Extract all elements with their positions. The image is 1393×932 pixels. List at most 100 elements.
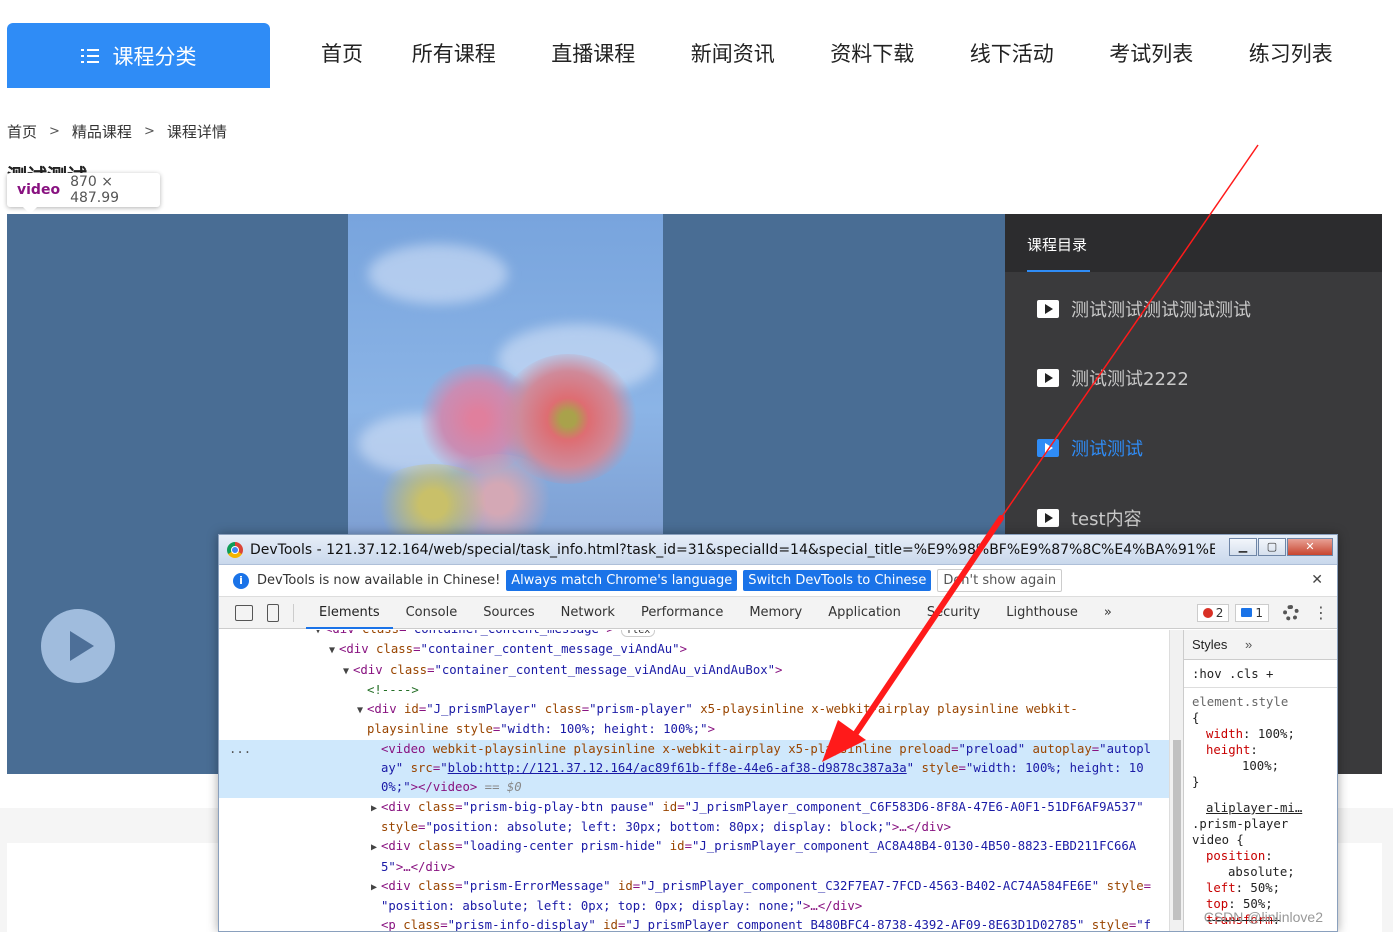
breadcrumb-home[interactable]: 首页 (7, 121, 37, 142)
nav-item-exams[interactable]: 考试列表 (1082, 38, 1222, 68)
error-count: 2 (1215, 605, 1224, 620)
element-tooltip: video 870 × 487.99 (7, 173, 160, 214)
style-rule-open: { (1192, 711, 1200, 725)
maximize-button[interactable]: ▢ (1258, 538, 1286, 556)
switch-chinese-button[interactable]: Switch DevTools to Chinese (743, 570, 932, 591)
dom-node[interactable]: style="position: absolute; left: 30px; b… (219, 818, 1169, 837)
dont-show-button[interactable]: Don't show again (937, 569, 1063, 592)
tab-elements[interactable]: Elements (306, 597, 393, 629)
page-title: 测试测试 (7, 160, 87, 174)
dom-node-selected[interactable]: ... <video webkit-playsinline playsinline… (219, 739, 1169, 760)
lesson-label: 测试测试 (1071, 439, 1143, 460)
dom-node[interactable]: 5">…</div> (219, 858, 1169, 877)
message-badge[interactable]: 1 (1235, 603, 1269, 622)
breadcrumb-featured[interactable]: 精品课程 (72, 121, 132, 142)
main-nav: 首页 所有课程 直播课程 新闻资讯 资料下载 线下活动 考试列表 练习列表 (300, 38, 1361, 68)
tab-application[interactable]: Application (815, 597, 914, 629)
dom-node[interactable]: ▶ <div class="loading-center prism-hide" … (219, 837, 1169, 857)
minimize-button[interactable]: ▁ (1229, 538, 1257, 556)
devtools-titlebar[interactable]: DevTools - 121.37.12.164/web/special/tas… (219, 535, 1337, 565)
lesson-item[interactable]: 测试测试2222 (1037, 365, 1189, 391)
dom-node[interactable]: ▼ <div id="J_prismPlayer" class="prism-pl… (219, 700, 1169, 720)
watermark: CSDN @linlinlove2 (1203, 909, 1323, 925)
play-icon[interactable] (41, 609, 115, 683)
match-language-button[interactable]: Always match Chrome's language (506, 570, 738, 591)
style-declaration[interactable]: width: 100%; (1184, 726, 1337, 742)
message-count: 1 (1255, 605, 1263, 620)
dom-node[interactable]: ▶ <div class="prism-big-play-btn pause" i… (219, 798, 1169, 818)
lesson-label: 测试测试2222 (1071, 369, 1189, 390)
top-navbar: 课程分类 首页 所有课程 直播课程 新闻资讯 资料下载 线下活动 考试列表 练习… (0, 0, 1393, 100)
info-icon: i (233, 572, 249, 589)
lesson-item-active[interactable]: 测试测试 (1037, 435, 1143, 461)
dom-node-selected[interactable]: 0%;"></video> == $0 (219, 778, 1169, 798)
tab-security[interactable]: Security (914, 597, 993, 629)
nav-item-home[interactable]: 首页 (300, 38, 384, 68)
devtools-tabbar: Elements Console Sources Network Perform… (219, 597, 1337, 629)
dom-node[interactable]: <!----> (219, 681, 1169, 700)
lesson-item[interactable]: test内容 (1037, 505, 1142, 531)
elements-scrollbar[interactable] (1169, 630, 1183, 931)
tab-memory[interactable]: Memory (736, 597, 815, 629)
device-toolbar-icon[interactable] (267, 603, 279, 622)
dom-node[interactable]: ▼ <div class="container_content_message_v… (219, 661, 1169, 681)
tab-console[interactable]: Console (393, 597, 471, 629)
dom-node-selected[interactable]: ay" src="blob:http://121.37.12.164/ac89f… (219, 759, 1169, 779)
close-button[interactable]: ✕ (1287, 538, 1333, 556)
chevron-right-icon: > (49, 124, 60, 139)
play-icon (1037, 300, 1059, 318)
category-button[interactable]: 课程分类 (7, 23, 270, 88)
nav-item-live[interactable]: 直播课程 (524, 38, 664, 68)
dom-node[interactable]: ▼ <div class="container_content_message_v… (219, 640, 1169, 660)
nav-item-all-courses[interactable]: 所有课程 (384, 38, 524, 68)
style-declaration[interactable]: left: 50%; (1184, 880, 1337, 896)
dom-node[interactable]: ▶ <div class="prism-ErrorMessage" id="J_p… (219, 877, 1169, 897)
tooltip-size: 870 × 487.99 (70, 174, 120, 206)
error-icon (1202, 607, 1213, 618)
message-icon (1241, 608, 1253, 617)
error-badge[interactable]: 2 (1196, 603, 1230, 622)
breadcrumb: 首页 > 精品课程 > 课程详情 (7, 121, 227, 142)
tab-lighthouse[interactable]: Lighthouse (993, 597, 1091, 629)
dom-node[interactable]: <p class="prism-info-display" id="J_pris… (219, 916, 1169, 931)
dom-node[interactable]: "position: absolute; left: 0px; top: 0px… (219, 897, 1169, 916)
language-infobar: i DevTools is now available in Chinese! … (219, 565, 1337, 597)
tab-performance[interactable]: Performance (628, 597, 736, 629)
devtools-window: DevTools - 121.37.12.164/web/special/tas… (218, 534, 1338, 932)
nav-item-practice[interactable]: 练习列表 (1221, 38, 1361, 68)
stylesheet-link[interactable]: aliplayer-mi… (1184, 800, 1337, 816)
scrollbar-thumb[interactable] (1173, 740, 1181, 920)
lesson-label: 测试测试测试测试测试 (1071, 300, 1251, 321)
play-icon (1037, 439, 1059, 457)
inspect-icon[interactable] (235, 604, 253, 621)
tab-network[interactable]: Network (548, 597, 628, 629)
more-tabs-button[interactable]: » (1091, 597, 1125, 629)
styles-tab[interactable]: Styles » (1184, 630, 1337, 660)
elements-tree[interactable]: ▼<div class="container_content_message">… (219, 630, 1169, 931)
styles-pane: Styles » :hov .cls + element.style { wid… (1183, 630, 1337, 931)
catalog-title: 课程目录 (1027, 236, 1088, 254)
dom-node[interactable]: playsinline style="width: 100%; height: … (219, 720, 1169, 739)
list-icon (80, 48, 99, 63)
gear-icon[interactable] (1283, 604, 1299, 621)
nav-item-news[interactable]: 新闻资讯 (663, 38, 803, 68)
tab-sources[interactable]: Sources (470, 597, 547, 629)
lesson-item[interactable]: 测试测试测试测试测试 (1037, 296, 1251, 322)
close-icon[interactable]: ✕ (1311, 572, 1323, 588)
style-declaration-value: absolute; (1228, 865, 1295, 879)
more-tabs-icon[interactable]: » (1245, 637, 1252, 652)
tooltip-tag: video (17, 182, 61, 198)
nav-item-downloads[interactable]: 资料下载 (803, 38, 943, 68)
dom-node[interactable]: ▼<div class="container_content_message">… (219, 630, 1169, 640)
style-declaration[interactable]: position: (1184, 848, 1337, 864)
style-declaration[interactable]: height: (1184, 742, 1337, 758)
play-icon (1037, 509, 1059, 527)
category-button-label: 课程分类 (112, 44, 197, 69)
kebab-menu-icon[interactable]: ⋮ (1313, 603, 1329, 622)
play-icon (1037, 369, 1059, 387)
style-rule-selector: .prism-player (1192, 817, 1289, 831)
nav-item-events[interactable]: 线下活动 (942, 38, 1082, 68)
window-controls: ▁ ▢ ✕ (1228, 538, 1333, 556)
styles-filter[interactable]: :hov .cls + (1184, 660, 1337, 688)
catalog-title-underline (1027, 270, 1090, 272)
